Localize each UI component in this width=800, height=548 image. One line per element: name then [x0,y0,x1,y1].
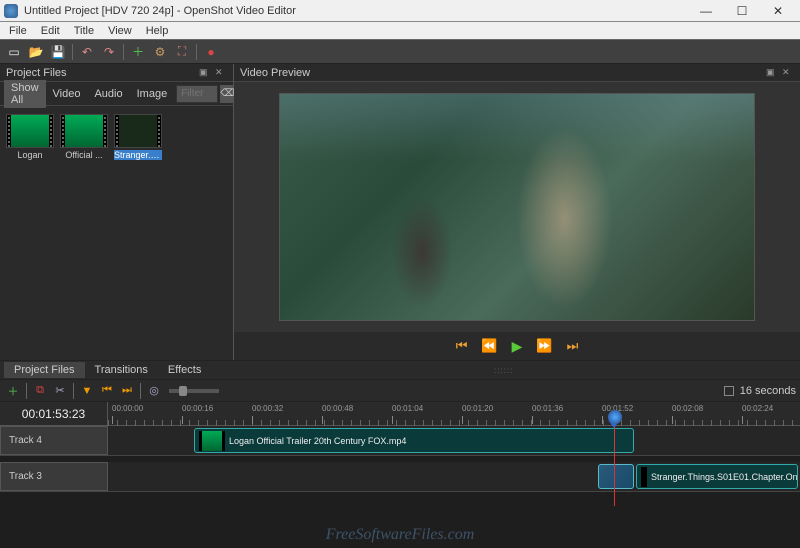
close-button[interactable]: ✕ [766,3,790,19]
open-project-icon[interactable]: 📂 [26,42,46,62]
ruler-tick: 00:02:24 [742,404,773,413]
transport-controls: ⏮ ⏪ ▶ ⏩ ⏭ [234,332,800,360]
panel-title-project-files: Project Files [6,67,67,79]
filter-video[interactable]: Video [46,86,88,102]
add-track-icon[interactable]: ＋ [4,382,22,400]
filter-image[interactable]: Image [130,86,175,102]
panel-close-icon[interactable]: ✕ [215,67,227,79]
thumb-logan[interactable]: Logan [6,114,54,160]
tab-transitions[interactable]: Transitions [85,362,158,378]
filter-input[interactable] [176,85,218,103]
project-files-panel: Project Files ▣ ✕ Show All Video Audio I… [0,64,234,360]
tab-effects[interactable]: Effects [158,362,211,378]
clip-logan[interactable]: Logan Official Trailer 20th Century FOX.… [194,428,634,453]
menu-help[interactable]: Help [139,25,176,37]
window-title: Untitled Project [HDV 720 24p] - OpenSho… [24,5,694,17]
track-3-header[interactable]: Track 3 [0,462,108,491]
jump-start-icon[interactable]: ⏮ [456,338,468,354]
watermark-text: FreeSoftwareFiles.com [326,526,475,544]
play-icon[interactable]: ▶ [512,338,523,355]
clip-transition[interactable] [598,464,634,489]
new-project-icon[interactable]: ▭ [4,42,24,62]
track-4-body[interactable]: Logan Official Trailer 20th Century FOX.… [108,426,800,455]
timeline-toolbar: ＋ ⧉ ✂ ▼ ⏮ ⏭ ◎ 16 seconds [0,380,800,402]
title-bar: Untitled Project [HDV 720 24p] - OpenSho… [0,0,800,22]
tab-project-files[interactable]: Project Files [4,362,85,378]
ruler-tick: 00:00:48 [322,404,353,413]
fast-forward-icon[interactable]: ⏩ [536,338,552,354]
thumb-official[interactable]: Official ... [60,114,108,160]
maximize-button[interactable]: ☐ [730,3,754,19]
snap-checkbox[interactable] [724,386,734,396]
timeline-tracks: Track 4 Logan Official Trailer 20th Cent… [0,426,800,492]
playhead-line[interactable] [614,426,615,506]
timeline-ruler[interactable]: 00:00:00 00:00:16 00:00:32 00:00:48 00:01:04… [108,402,800,425]
ruler-tick: 00:02:08 [672,404,703,413]
razor-icon[interactable]: ✂ [51,382,69,400]
ruler-tick: 00:01:20 [462,404,493,413]
splitter-grip[interactable]: :::::: [211,366,796,375]
export-icon[interactable]: ● [201,42,221,62]
preview-close-icon[interactable]: ✕ [782,67,794,79]
minimize-button[interactable]: — [694,3,718,19]
snap-icon[interactable]: ⧉ [31,382,49,400]
menu-bar: File Edit Title View Help [0,22,800,40]
main-toolbar: ▭ 📂 💾 ↶ ↷ ＋ ⚙ ⛶ ● [0,40,800,64]
rewind-icon[interactable]: ⏪ [481,338,497,354]
filter-show-all[interactable]: Show All [4,80,46,108]
filter-row: Show All Video Audio Image ⌫ [0,82,233,106]
menu-title[interactable]: Title [67,25,101,37]
thumbnail-grid: Logan Official ... Stranger.Things.... [0,106,233,168]
filter-audio[interactable]: Audio [87,86,129,102]
zoom-duration-label: 16 seconds [740,385,796,397]
profiles-icon[interactable]: ⚙ [150,42,170,62]
redo-icon[interactable]: ↷ [99,42,119,62]
ruler-tick: 00:00:00 [112,404,143,413]
marker-prev-icon[interactable]: ▼ [78,382,96,400]
track-4-header[interactable]: Track 4 [0,426,108,455]
filter-clear-icon[interactable]: ⌫ [220,85,234,103]
center-playhead-icon[interactable]: ◎ [145,382,163,400]
video-preview-panel: Video Preview ▣ ✕ ⏮ ⏪ ▶ ⏩ ⏭ [234,64,800,360]
menu-view[interactable]: View [101,25,139,37]
next-marker-icon[interactable]: ⏭ [118,382,136,400]
ruler-tick: 00:00:16 [182,404,213,413]
fullscreen-icon[interactable]: ⛶ [172,42,192,62]
ruler-tick: 00:01:36 [532,404,563,413]
panel-undock-icon[interactable]: ▣ [199,67,211,79]
app-logo-icon [4,4,18,18]
preview-undock-icon[interactable]: ▣ [766,67,778,79]
timeline-ruler-row: 00:01:53:23 00:00:0000:00:1600:00:3200:0… [0,402,800,426]
clip-stranger-things[interactable]: Stranger.Things.S01E01.Chapter.One.The.V… [636,464,798,489]
menu-edit[interactable]: Edit [34,25,67,37]
thumb-stranger-things[interactable]: Stranger.Things.... [114,114,162,160]
timecode-display: 00:01:53:23 [0,402,108,425]
zoom-slider[interactable] [169,389,219,393]
import-files-icon[interactable]: ＋ [128,42,148,62]
menu-file[interactable]: File [2,25,34,37]
track-3-body[interactable]: Stranger.Things.S01E01.Chapter.One.The.V… [108,462,800,491]
playhead-marker-icon[interactable] [608,410,622,424]
track-3: Track 3 Stranger.Things.S01E01.Chapter.O… [0,462,800,492]
ruler-tick: 00:00:32 [252,404,283,413]
preview-frame [279,93,755,321]
prev-marker-icon[interactable]: ⏮ [98,382,116,400]
save-project-icon[interactable]: 💾 [48,42,68,62]
panel-title-video-preview: Video Preview [240,67,310,79]
undo-icon[interactable]: ↶ [77,42,97,62]
preview-area [234,82,800,332]
ruler-tick: 00:01:04 [392,404,423,413]
jump-end-icon[interactable]: ⏭ [567,338,579,354]
track-4: Track 4 Logan Official Trailer 20th Cent… [0,426,800,456]
lower-tabs: Project Files Transitions Effects :::::: [0,360,800,380]
